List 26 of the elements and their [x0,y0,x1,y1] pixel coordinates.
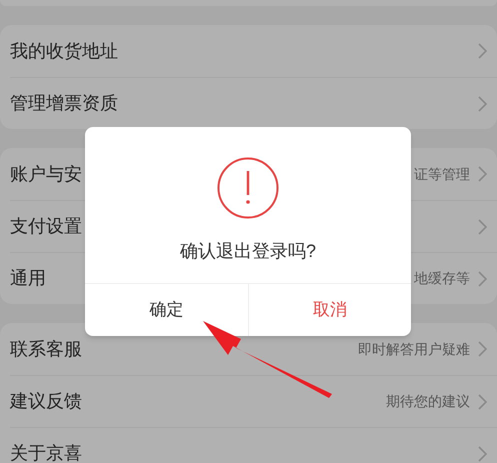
row-label: 建议反馈 [10,390,83,413]
dialog-message: 确认退出登录吗? [180,240,316,263]
chevron-icon [478,218,487,234]
row-detail: 地缓存等 [414,269,470,288]
row-label: 管理增票资质 [10,92,119,115]
cancel-button[interactable]: 取消 [248,284,411,336]
row-label: 联系客服 [10,338,83,360]
settings-row[interactable]: 账户与安 证等管理 [10,148,497,200]
settings-row[interactable]: 我的收货地址 [10,25,497,77]
settings-row[interactable]: 关于京喜 [10,427,497,463]
chevron-icon [478,96,487,112]
row-label: 我的收货地址 [10,40,119,62]
chevron-icon [478,43,487,59]
row-label: 关于京喜 [10,442,83,463]
row-detail: 证等管理 [414,164,470,184]
chevron-icon [478,446,487,462]
row-label: 账户与安 [10,162,83,186]
chevron-icon [478,341,487,357]
warning-icon [217,157,279,219]
chevron-icon [478,270,487,286]
row-detail: 期待您的建议 [386,392,470,411]
row-label: 支付设置 [10,215,83,238]
row-label: 通用 [10,267,47,290]
chevron-icon [478,394,487,410]
row-detail: 即时解答用户疑难 [358,340,470,358]
chevron-icon [478,166,487,182]
